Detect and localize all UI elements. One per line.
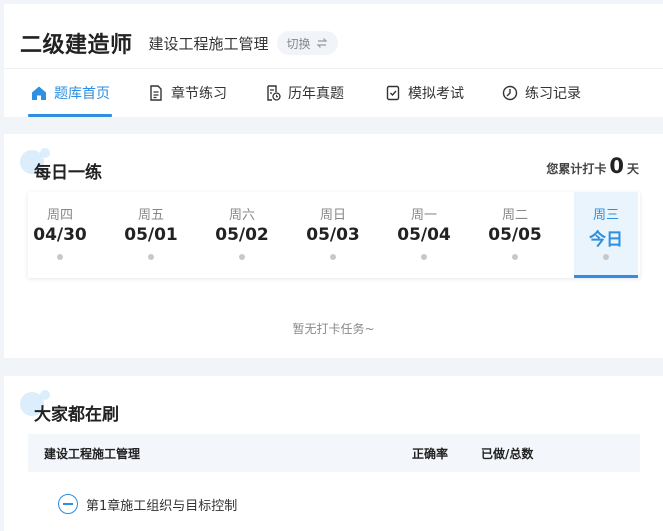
day-selector: 周四 04/30 周五 05/01 周六 05/02 周日 05/03 周一 0… (28, 192, 640, 278)
day-item-today[interactable]: 周三 今日 (574, 192, 638, 278)
column-header-progress: 已做/总数 (481, 447, 534, 461)
day-date: 05/05 (488, 225, 542, 245)
day-date: 05/04 (397, 225, 451, 245)
day-item[interactable]: 周二 05/05 (483, 192, 547, 278)
title-row: 二级建造师 建设工程施工管理 切换 (20, 26, 338, 60)
app-title: 二级建造师 (20, 33, 133, 58)
main-nav: 题库首页 章节练习 历年真题 模拟考试 练习记录 (4, 69, 663, 117)
day-status-dot (512, 254, 518, 260)
day-status-dot (148, 254, 154, 260)
clock-record-icon (502, 85, 518, 101)
decor-bubble (40, 390, 50, 400)
day-status-dot (239, 254, 245, 260)
document-icon (150, 85, 162, 101)
popular-practice-card: 大家都在刷 建设工程施工管理 正确率 已做/总数 第1章施工组织与目标控制 (4, 376, 663, 531)
tab-mock-exam[interactable]: 模拟考试 (384, 69, 464, 117)
tab-past-exams[interactable]: 历年真题 (264, 69, 344, 117)
tab-practice-record[interactable]: 练习记录 (501, 69, 581, 117)
popular-title: 大家都在刷 (34, 405, 119, 425)
tab-label: 模拟考试 (408, 86, 464, 102)
exam-check-icon (386, 85, 400, 101)
tab-label: 题库首页 (54, 86, 110, 102)
day-item[interactable]: 周一 05/04 (392, 192, 456, 278)
day-weekday: 周四 (46, 208, 73, 223)
chapter-row[interactable]: 第1章施工组织与目标控制 (58, 493, 237, 515)
swap-icon (316, 38, 327, 48)
day-weekday: 周一 (410, 208, 437, 223)
day-date: 05/01 (124, 225, 178, 245)
empty-task-note: 暂无打卡任务~ (292, 322, 375, 336)
day-status-dot (330, 254, 336, 260)
day-status-dot (603, 254, 609, 260)
chapter-label: 第1章施工组织与目标控制 (86, 498, 238, 514)
checkin-unit: 天 (626, 162, 639, 176)
day-weekday: 周日 (319, 208, 346, 223)
day-date: 今日 (589, 230, 623, 250)
home-icon (32, 86, 46, 100)
day-item[interactable]: 周五 05/01 (119, 192, 183, 278)
column-header-accuracy: 正确率 (412, 447, 449, 461)
day-weekday: 周六 (228, 208, 255, 223)
checkin-summary: 您累计打卡 0 天 (546, 154, 639, 178)
day-status-dot (57, 254, 63, 260)
collapse-icon[interactable] (58, 494, 78, 514)
day-date: 05/02 (215, 225, 269, 245)
switch-subject-button[interactable]: 切换 (276, 31, 338, 55)
day-item[interactable]: 周四 04/30 (28, 192, 92, 278)
tab-label: 章节练习 (171, 86, 227, 102)
checkin-prefix: 您累计打卡 (546, 162, 607, 176)
daily-practice-title: 每日一练 (34, 163, 102, 183)
app-header: 二级建造师 建设工程施工管理 切换 题库首页 章节练习 历年真题 模拟考试 练习… (4, 4, 663, 117)
tab-label: 历年真题 (288, 86, 344, 102)
day-item[interactable]: 周日 05/03 (301, 192, 365, 278)
table-header: 建设工程施工管理 正确率 已做/总数 (28, 434, 640, 472)
day-date: 05/03 (306, 225, 360, 245)
day-weekday: 周三 (592, 208, 619, 223)
day-weekday: 周五 (137, 208, 164, 223)
day-date: 04/30 (33, 225, 87, 245)
decor-bubble (40, 148, 50, 158)
tab-chapter-practice[interactable]: 章节练习 (147, 69, 227, 117)
day-status-dot (421, 254, 427, 260)
history-paper-icon (267, 85, 281, 101)
day-weekday: 周二 (501, 208, 528, 223)
subject-name: 建设工程施工管理 (148, 34, 269, 53)
tab-label: 练习记录 (525, 86, 581, 102)
tab-question-bank-home[interactable]: 题库首页 (28, 69, 112, 117)
checkin-count: 0 (609, 154, 624, 178)
switch-label: 切换 (286, 36, 311, 51)
day-item[interactable]: 周六 05/02 (210, 192, 274, 278)
column-header-subject: 建设工程施工管理 (44, 447, 141, 461)
daily-practice-card: 每日一练 您累计打卡 0 天 周四 04/30 周五 05/01 周六 05/0… (4, 134, 663, 358)
